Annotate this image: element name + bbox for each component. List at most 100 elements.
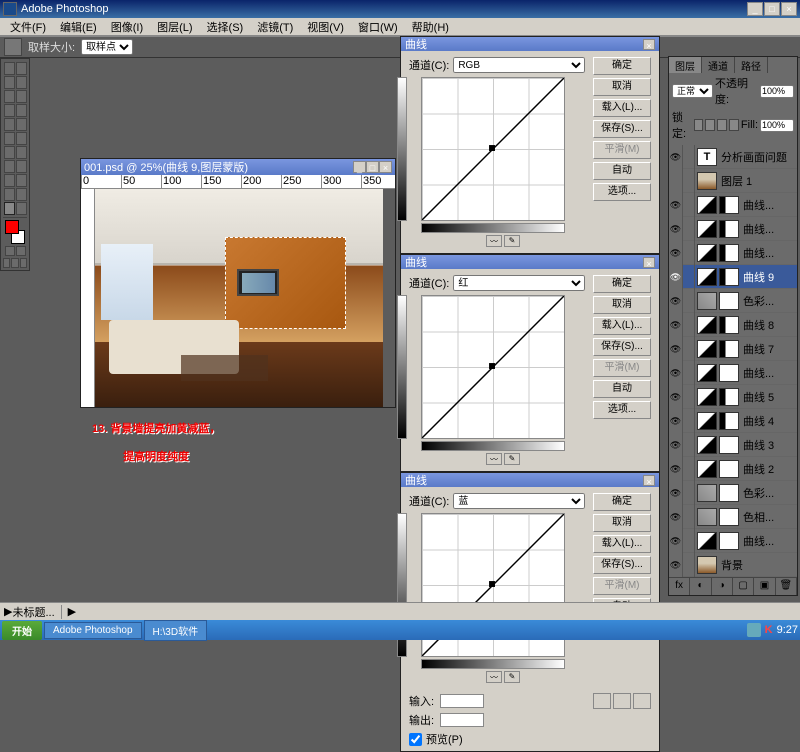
lock-pixels-icon[interactable] <box>705 119 715 131</box>
mask-thumb[interactable] <box>719 508 739 526</box>
tool[interactable] <box>4 160 15 173</box>
menu-item[interactable]: 图层(L) <box>151 18 198 36</box>
options-button[interactable]: 选项... <box>593 183 651 201</box>
new-layer-button[interactable]: ▣ <box>754 578 775 595</box>
layer-row[interactable]: 👁 T 分析画面问题 <box>669 145 797 169</box>
curve-graph[interactable] <box>421 77 565 221</box>
eyedropper-white[interactable] <box>633 693 651 709</box>
mask-thumb[interactable] <box>719 268 739 286</box>
layer-thumb[interactable] <box>697 412 717 430</box>
mask-thumb[interactable] <box>719 292 739 310</box>
layer-row[interactable]: 👁 曲线... <box>669 529 797 553</box>
layer-row[interactable]: 👁 曲线 4 <box>669 409 797 433</box>
cancel-button[interactable]: 取消 <box>593 296 651 314</box>
visibility-toggle[interactable]: 👁 <box>669 289 683 313</box>
layer-name[interactable]: 曲线... <box>741 365 797 381</box>
tool[interactable] <box>16 62 27 75</box>
layer-name[interactable]: 曲线... <box>741 197 797 213</box>
visibility-toggle[interactable] <box>669 169 683 193</box>
tool[interactable] <box>4 118 15 131</box>
sample-select[interactable]: 取样点 <box>81 39 133 55</box>
eyedropper-gray[interactable] <box>613 693 631 709</box>
layer-row[interactable]: 👁 曲线... <box>669 361 797 385</box>
folder-button[interactable]: ▢ <box>733 578 754 595</box>
doc-titlebar[interactable]: 001.psd @ 25%(曲线 9,图层蒙版) _ □ × <box>81 159 395 175</box>
doc-close[interactable]: × <box>379 161 392 173</box>
layer-row[interactable]: 👁 曲线 9 <box>669 265 797 289</box>
minimize-button[interactable]: _ <box>747 2 763 16</box>
ok-button[interactable]: 确定 <box>593 275 651 293</box>
trash-button[interactable]: 🗑 <box>776 578 797 595</box>
tool[interactable] <box>4 104 15 117</box>
save-button[interactable]: 保存(S)... <box>593 120 651 138</box>
menu-item[interactable]: 选择(S) <box>201 18 250 36</box>
mask-thumb[interactable] <box>719 316 739 334</box>
tool[interactable] <box>16 188 27 201</box>
screen-mode[interactable] <box>3 258 10 268</box>
layer-row[interactable]: 图层 1 <box>669 169 797 193</box>
layer-thumb[interactable] <box>697 196 717 214</box>
eyedropper-black[interactable] <box>593 693 611 709</box>
layer-row[interactable]: 👁 曲线... <box>669 241 797 265</box>
visibility-toggle[interactable]: 👁 <box>669 529 683 553</box>
preview-checkbox[interactable] <box>409 733 422 746</box>
tool[interactable] <box>4 202 15 215</box>
layer-row[interactable]: 👁 色彩... <box>669 289 797 313</box>
save-button[interactable]: 保存(S)... <box>593 556 651 574</box>
close-icon[interactable]: × <box>643 257 655 268</box>
pencil-tool[interactable]: ✎ <box>504 453 520 465</box>
tab-paths[interactable]: 路径 <box>735 57 768 73</box>
visibility-toggle[interactable]: 👁 <box>669 433 683 457</box>
layer-row[interactable]: 👁 曲线 7 <box>669 337 797 361</box>
visibility-toggle[interactable]: 👁 <box>669 313 683 337</box>
curve-graph[interactable] <box>421 295 565 439</box>
tool[interactable] <box>16 104 27 117</box>
layer-thumb[interactable] <box>697 436 717 454</box>
layer-name[interactable]: 曲线... <box>741 221 797 237</box>
load-button[interactable]: 载入(L)... <box>593 535 651 553</box>
tool[interactable] <box>4 132 15 145</box>
mask-thumb[interactable] <box>719 460 739 478</box>
layer-thumb[interactable]: T <box>697 148 717 166</box>
ok-button[interactable]: 确定 <box>593 493 651 511</box>
layer-name[interactable]: 色相... <box>741 509 797 525</box>
tool[interactable] <box>4 188 15 201</box>
fill-input[interactable] <box>760 119 794 132</box>
mask-button[interactable]: ◐ <box>690 578 711 595</box>
visibility-toggle[interactable]: 👁 <box>669 337 683 361</box>
load-button[interactable]: 载入(L)... <box>593 317 651 335</box>
tool[interactable] <box>4 90 15 103</box>
tool[interactable] <box>16 146 27 159</box>
layer-thumb[interactable] <box>697 532 717 550</box>
tool[interactable] <box>4 146 15 159</box>
mask-thumb[interactable] <box>719 340 739 358</box>
tool[interactable] <box>16 90 27 103</box>
layer-thumb[interactable] <box>697 292 717 310</box>
layer-row[interactable]: 👁 曲线 8 <box>669 313 797 337</box>
output-value[interactable] <box>440 713 484 727</box>
layer-thumb[interactable] <box>697 340 717 358</box>
blend-mode-select[interactable]: 正常 <box>672 84 713 98</box>
visibility-toggle[interactable]: 👁 <box>669 553 683 577</box>
visibility-toggle[interactable]: 👁 <box>669 241 683 265</box>
layer-name[interactable]: 曲线 5 <box>741 389 797 405</box>
layer-row[interactable]: 👁 曲线... <box>669 217 797 241</box>
auto-button[interactable]: 自动 <box>593 162 651 180</box>
layer-row[interactable]: 👁 曲线 3 <box>669 433 797 457</box>
menu-item[interactable]: 编辑(E) <box>54 18 103 36</box>
cancel-button[interactable]: 取消 <box>593 514 651 532</box>
canvas[interactable] <box>95 189 383 407</box>
menu-item[interactable]: 视图(V) <box>301 18 350 36</box>
mask-thumb[interactable] <box>719 244 739 262</box>
visibility-toggle[interactable]: 👁 <box>669 385 683 409</box>
layer-thumb[interactable] <box>697 484 717 502</box>
pencil-tool[interactable]: ✎ <box>504 671 520 683</box>
tool[interactable] <box>16 160 27 173</box>
layer-thumb[interactable] <box>697 388 717 406</box>
layer-name[interactable]: 分析画面问题 <box>719 149 797 165</box>
layer-thumb[interactable] <box>697 172 717 190</box>
layer-row[interactable]: 👁 色相... <box>669 505 797 529</box>
input-value[interactable] <box>440 694 484 708</box>
layer-name[interactable]: 曲线 2 <box>741 461 797 477</box>
lock-pos-icon[interactable] <box>717 119 727 131</box>
